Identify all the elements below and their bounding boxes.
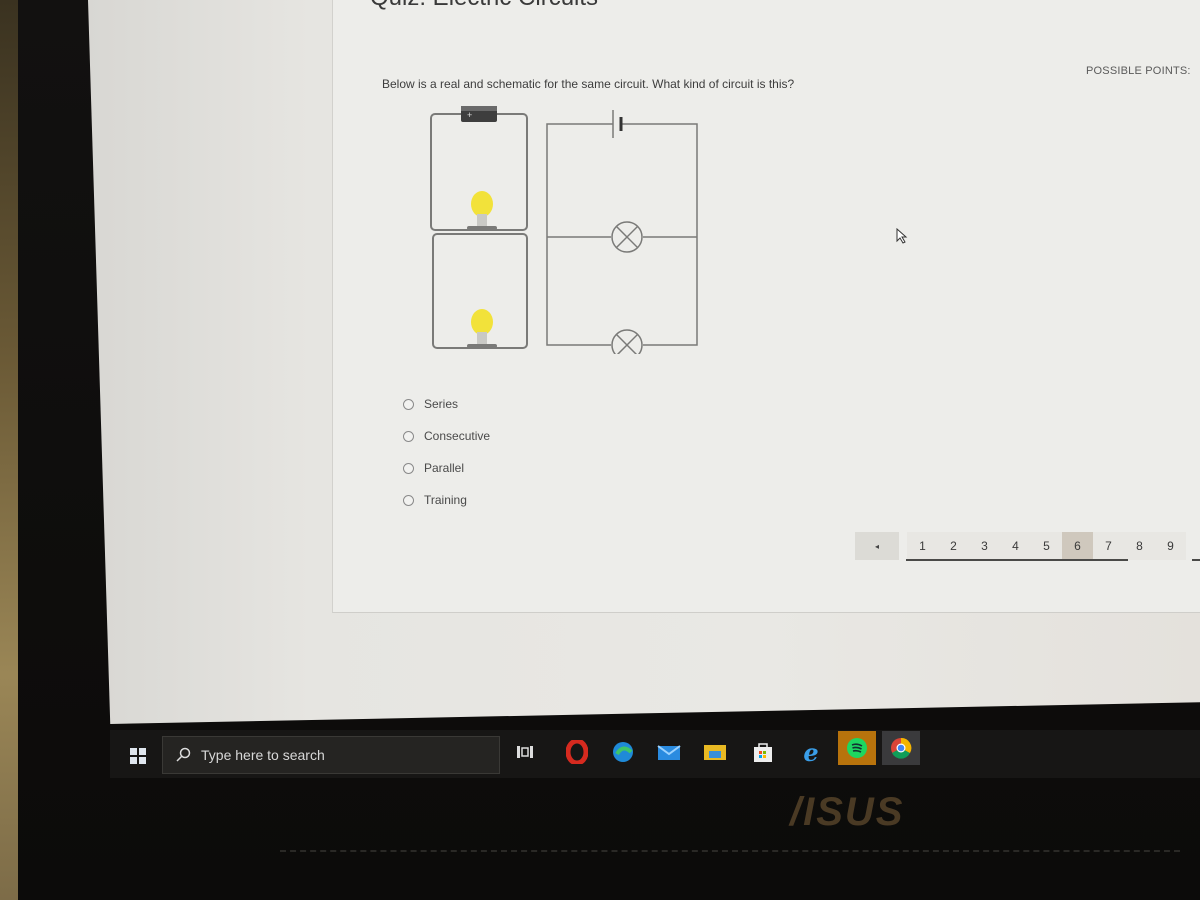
- taskbar-search-box[interactable]: Type here to search: [162, 736, 500, 774]
- lightbulb-icon: [467, 191, 497, 230]
- page-button[interactable]: 7: [1093, 532, 1124, 560]
- keyboard-edge: [280, 850, 1180, 855]
- answered-progress-line: [906, 559, 1128, 561]
- answer-options: Series Consecutive Parallel Training: [403, 388, 490, 516]
- schematic-wire: [621, 123, 698, 346]
- chrome-icon[interactable]: [882, 731, 920, 765]
- page-button-current[interactable]: 6: [1062, 532, 1093, 560]
- edge-icon[interactable]: [608, 737, 638, 767]
- answered-progress-line: [1192, 559, 1200, 561]
- option-training[interactable]: Training: [403, 484, 490, 516]
- possible-points-label: POSSIBLE POINTS:: [1086, 65, 1191, 77]
- lightbulb-icon: [467, 309, 497, 348]
- option-parallel[interactable]: Parallel: [403, 452, 490, 484]
- radio-button[interactable]: [403, 494, 414, 506]
- lamp-symbol-icon: [611, 221, 643, 253]
- internet-explorer-icon[interactable]: e: [796, 737, 826, 767]
- lamp-symbol-icon: [611, 329, 643, 354]
- chevron-left-icon: ◂: [874, 541, 879, 551]
- radio-button[interactable]: [403, 398, 414, 410]
- mouse-cursor-icon: [896, 228, 908, 244]
- option-label: Consecutive: [424, 429, 491, 443]
- page-button[interactable]: 9: [1155, 532, 1186, 560]
- radio-button[interactable]: [403, 462, 414, 474]
- question-text: Below is a real and schematic for the sa…: [382, 77, 795, 91]
- page-button[interactable]: 2: [938, 532, 969, 560]
- option-consecutive[interactable]: Consecutive: [403, 420, 490, 452]
- schematic-circuit: [546, 110, 698, 354]
- option-label: Parallel: [424, 461, 465, 475]
- microsoft-store-icon[interactable]: [748, 737, 778, 767]
- svg-text:+: +: [467, 110, 472, 120]
- search-icon: [176, 747, 191, 762]
- previous-page-button[interactable]: ◂: [855, 532, 899, 560]
- page-button[interactable]: 4: [1000, 532, 1031, 560]
- question-pagination: ◂ 1 2 3 4 5 6 7 8 9: [855, 532, 1186, 560]
- windows-start-icon[interactable]: [130, 748, 146, 764]
- option-series[interactable]: Series: [403, 388, 490, 420]
- page-button[interactable]: 1: [907, 532, 938, 560]
- page-button[interactable]: 5: [1031, 532, 1062, 560]
- mail-icon[interactable]: [654, 737, 684, 767]
- file-explorer-icon[interactable]: [700, 737, 730, 767]
- spotify-icon[interactable]: [838, 731, 876, 765]
- radio-button[interactable]: [403, 430, 414, 442]
- battery-icon: +: [461, 106, 497, 122]
- task-view-icon[interactable]: [510, 737, 540, 767]
- search-placeholder: Type here to search: [201, 747, 325, 763]
- schematic-wire: [546, 123, 613, 346]
- asus-logo: /ISUS: [790, 790, 905, 834]
- circuit-image: +: [430, 106, 698, 354]
- option-label: Training: [424, 493, 467, 507]
- opera-icon[interactable]: [562, 737, 592, 767]
- page-button[interactable]: 3: [969, 532, 1000, 560]
- real-circuit: +: [430, 106, 528, 349]
- quiz-title: Quiz: Electric Circuits: [370, 0, 598, 12]
- option-label: Series: [424, 397, 459, 411]
- page-button[interactable]: 8: [1124, 532, 1155, 560]
